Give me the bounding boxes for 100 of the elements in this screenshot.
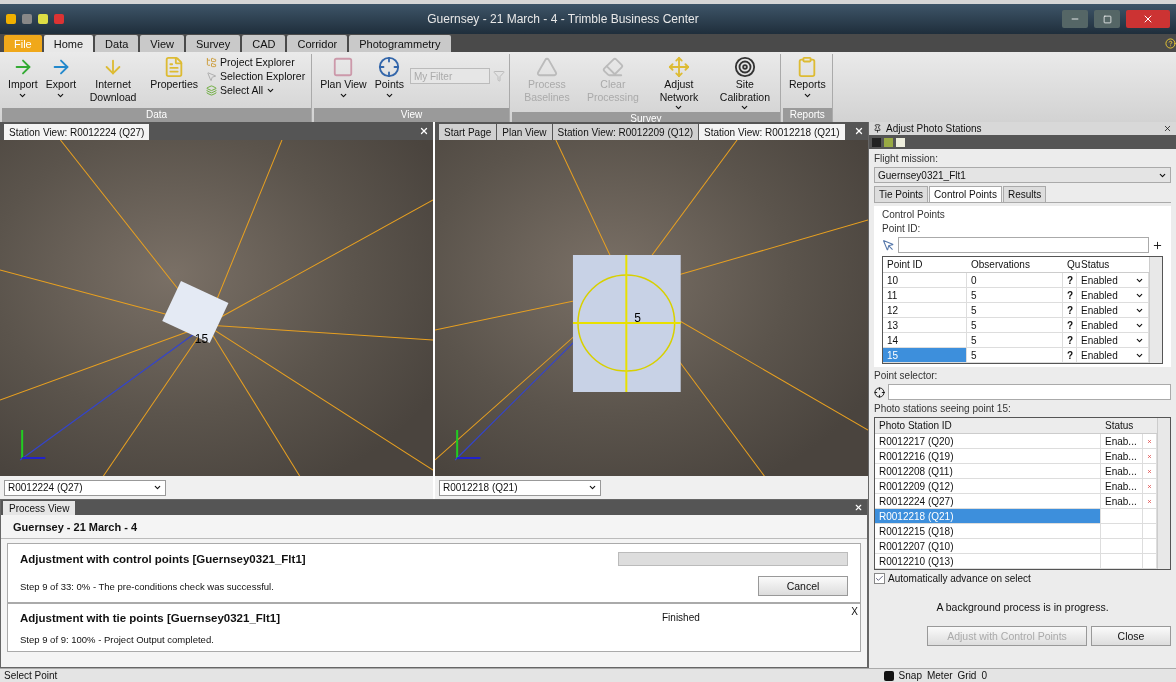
ribbon-tab[interactable]: Corridor (287, 35, 348, 52)
point-selector-field[interactable] (888, 384, 1171, 400)
status-toggle[interactable]: Meter (926, 670, 953, 681)
checkbox-label: Automatically advance on select (888, 573, 1031, 584)
document-tab[interactable]: Station View: R0012224 (Q27) (4, 124, 150, 140)
panel-title: Adjust Photo Stations (886, 123, 983, 134)
status-dropdown[interactable]: Enabled (1077, 273, 1149, 288)
ribbon-button[interactable]: Project Explorer (204, 56, 308, 68)
dialog-button[interactable]: Close (1091, 626, 1171, 646)
project-title: Guernsey - 21 March - 4 (1, 515, 867, 539)
point-label: 15 (194, 331, 209, 346)
window-title: Guernsey - 21 March - 4 - Trimble Business Center (426, 12, 700, 26)
ribbon-button[interactable]: Select All (204, 84, 308, 96)
table-cell[interactable]: 10 (883, 273, 967, 288)
app-icon (6, 14, 16, 24)
ribbon-button[interactable]: Internet Download (82, 54, 145, 108)
ribbon-button[interactable]: Site Calibration (713, 54, 776, 113)
station-dropdown[interactable]: R0012224 (Q27) (4, 479, 166, 496)
ribbon-tab[interactable]: Data (95, 35, 139, 52)
table-cell[interactable]: R0012216 (Q19) (875, 449, 1101, 464)
status-toggle[interactable]: Grid (957, 670, 977, 681)
ribbon-button[interactable]: Export (43, 54, 79, 108)
ribbon-button[interactable]: Selection Explorer (204, 70, 308, 82)
table-cell: ? (1063, 303, 1077, 318)
table-cell[interactable]: R0012217 (Q20) (875, 434, 1101, 449)
table-cell: Enab... (1101, 479, 1143, 494)
table-cell[interactable]: R0012209 (Q12) (875, 479, 1101, 494)
panel-tab[interactable]: Results (1002, 186, 1047, 202)
ribbon-button[interactable]: Reports (786, 54, 828, 108)
caret-icon (153, 483, 162, 492)
section-title: Control Points (882, 209, 946, 220)
ribbon-tab[interactable]: View (140, 35, 184, 52)
pin-icon[interactable] (873, 124, 882, 133)
cancel-button[interactable]: Cancel (758, 576, 848, 596)
document-tab[interactable]: Plan View (497, 124, 552, 140)
point-id-field[interactable] (898, 237, 1149, 253)
scrollbar[interactable] (1157, 418, 1170, 569)
scrollbar[interactable] (1149, 257, 1162, 363)
triangle-icon (535, 56, 558, 78)
table-cell[interactable]: 13 (883, 318, 967, 333)
status-toggle[interactable]: Snap (898, 670, 922, 681)
table-cell[interactable]: 11 (883, 288, 967, 303)
table-cell: Enab... (1101, 449, 1143, 464)
document-tab[interactable]: Station View: R0012209 (Q12) (552, 124, 699, 140)
snap-icon (883, 670, 894, 681)
status-dropdown[interactable]: Enabled (1077, 333, 1149, 348)
panel-tab[interactable]: Control Points (929, 186, 1002, 202)
table-cell[interactable]: R0012224 (Q27) (875, 494, 1101, 509)
maximize-icon[interactable] (1102, 14, 1112, 24)
ribbon-tab[interactable]: Photogrammetry (349, 35, 451, 52)
table-cell[interactable]: 12 (883, 303, 967, 318)
table-cell[interactable]: R0012207 (Q10) (875, 539, 1101, 554)
table-cell[interactable]: R0012215 (Q18) (875, 524, 1101, 539)
ribbon-button[interactable]: Points (372, 54, 406, 108)
checkbox[interactable] (874, 573, 885, 584)
dismiss-button[interactable]: X (851, 606, 858, 617)
ribbon-button[interactable]: Plan View (318, 54, 369, 108)
table-cell[interactable]: 14 (883, 333, 967, 348)
help-icon[interactable] (1165, 37, 1176, 49)
ribbon-tab[interactable]: CAD (242, 35, 286, 52)
status-count: 0 (981, 670, 987, 681)
ribbon-tab[interactable]: Home (43, 35, 94, 52)
status-message: A background process is in progress. (935, 600, 1110, 615)
panel-tab[interactable]: Tie Points (874, 186, 929, 202)
ribbon-tab[interactable]: Survey (186, 35, 241, 52)
flight-mission-dropdown[interactable]: Guernsey0321_Flt1 (874, 167, 1171, 183)
table-cell: Enab... (1101, 494, 1143, 509)
ribbon-button[interactable]: Import (6, 54, 40, 108)
table-cell[interactable]: R0012210 (Q13) (875, 554, 1101, 569)
ribbon-button[interactable]: Properties (148, 54, 200, 108)
document-tab[interactable]: Start Page (439, 124, 497, 140)
table-cell: 5 (967, 288, 1063, 303)
table-cell (1101, 554, 1143, 569)
status-dropdown[interactable]: Enabled (1077, 288, 1149, 303)
process-view-tab[interactable]: Process View (3, 501, 76, 515)
close-icon[interactable] (1142, 13, 1154, 25)
status-text: Select Point (4, 670, 59, 681)
status-dropdown[interactable]: Enabled (1077, 303, 1149, 318)
add-icon[interactable] (1152, 239, 1163, 251)
job-title: Adjustment with tie points [Guernsey0321_Flt1] (20, 612, 282, 624)
group-label: Data (2, 108, 312, 122)
table-cell[interactable]: R0012208 (Q11) (875, 464, 1101, 479)
station-dropdown[interactable]: R0012218 (Q21) (439, 479, 601, 496)
status-dropdown[interactable]: Enabled (1077, 318, 1149, 333)
crosshair-icon[interactable] (874, 386, 885, 398)
document-tab[interactable]: Station View: R0012218 (Q21) (699, 124, 845, 140)
table-cell: ? (1063, 348, 1077, 363)
close-icon[interactable] (1163, 124, 1172, 133)
table-cell: ? (1063, 333, 1077, 348)
field-label: Photo stations seeing point 15: (874, 403, 1012, 414)
pointer-icon[interactable] (882, 238, 895, 252)
table-cell: 5 (967, 318, 1063, 333)
eraser-icon (601, 56, 624, 78)
pointer-icon (206, 70, 217, 82)
group-label: View (314, 108, 509, 122)
ribbon-button[interactable]: Adjust Network (647, 54, 710, 113)
window-icon (332, 56, 355, 78)
table-cell: Enab... (1101, 464, 1143, 479)
status-dropdown[interactable]: Enabled (1077, 348, 1149, 363)
job-status: Finished (661, 612, 701, 624)
